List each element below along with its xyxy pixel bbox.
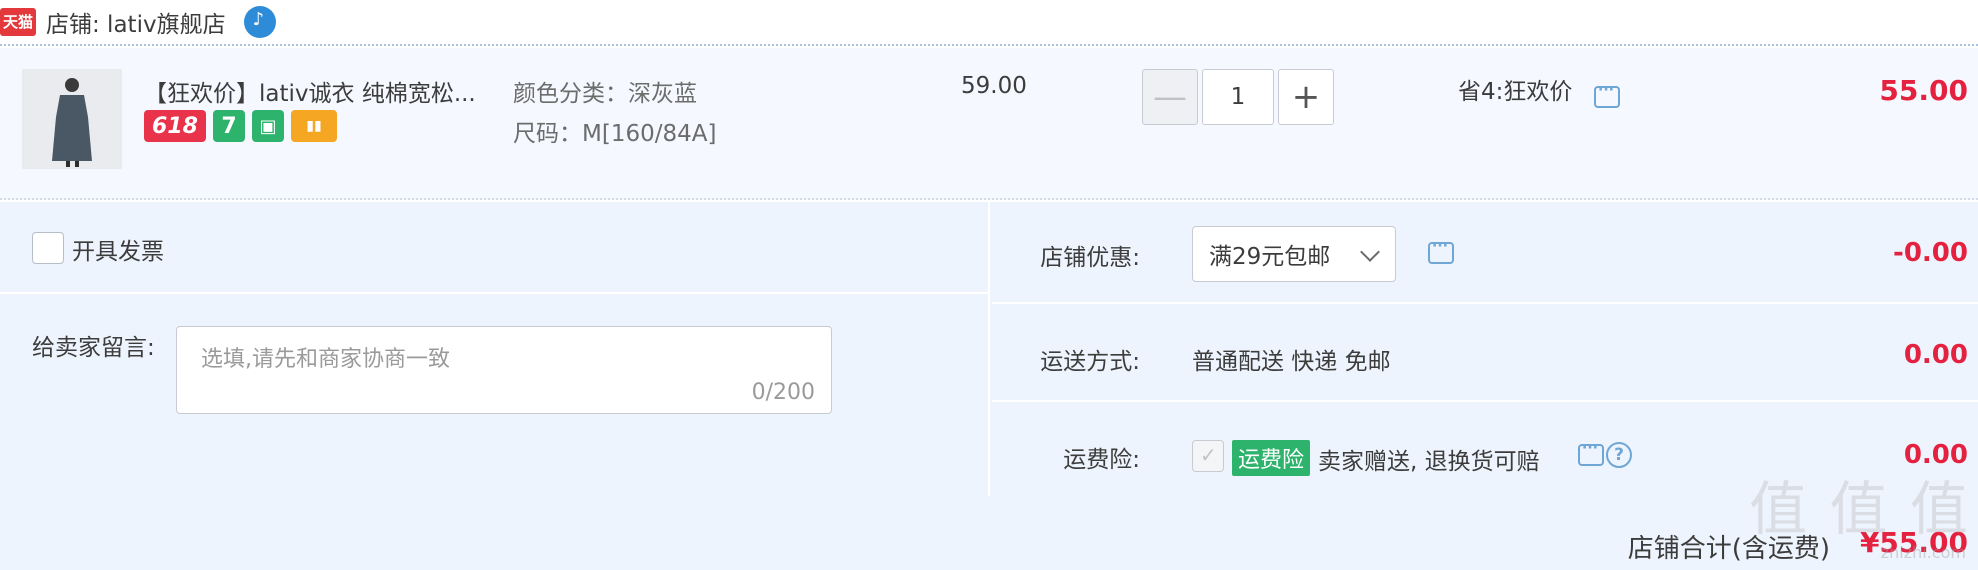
shipping-row: 运送方式: 普通配送 快递 免邮 0.00 [992,304,1978,402]
shipping-label: 运送方式: [1040,349,1140,375]
message-icon[interactable] [1428,238,1454,264]
chevron-down-icon [1360,242,1380,262]
increase-quantity-button[interactable]: + [1278,69,1334,125]
help-icon[interactable]: ? [1606,442,1632,468]
message-char-count: 0/200 [751,380,815,405]
message-icon[interactable] [1578,440,1604,466]
message-icon[interactable] [1594,82,1620,108]
quantity-stepper: — 1 + [1142,69,1334,125]
wangwang-chat-icon[interactable] [243,6,276,38]
insurance-text: 卖家赠送, 退换货可赔 [1318,449,1540,475]
seven-day-return-icon[interactable]: 7 [213,110,245,142]
shipping-amount: 0.00 [1903,340,1968,370]
order-options: 开具发票 给卖家留言: 选填,请先和商家协商一致 0/200 店铺优惠: 满29… [0,202,1978,570]
insurance-label: 运费险: [1063,447,1140,473]
discount-select[interactable]: 满29元包邮 [1192,226,1396,282]
item-subtotal: 55.00 [1879,74,1968,107]
seller-message-input[interactable]: 选填,请先和商家协商一致 0/200 [176,326,832,414]
invoice-checkbox[interactable] [32,232,64,264]
invoice-row: 开具发票 [0,202,990,294]
quantity-input[interactable]: 1 [1202,69,1274,125]
product-title[interactable]: 【狂欢价】lativ诚衣 纯棉宽松... [144,74,476,108]
shipping-method: 普通配送 快递 免邮 [1192,349,1391,375]
promo-618-icon[interactable]: 618 [144,110,206,142]
shopping-bag-icon[interactable]: ▣ [252,110,284,142]
discount-row: 店铺优惠: 满29元包邮 -0.00 [992,202,1978,304]
watermark-logo: 值 值 值 [1749,475,1970,543]
sku-size: 尺码：M[160/84A] [513,121,717,147]
message-placeholder: 选填,请先和商家协商一致 [201,347,450,372]
product-thumbnail[interactable] [22,69,122,169]
invoice-label: 开具发票 [72,239,164,265]
discount-amount: -0.00 [1893,238,1968,268]
tmall-logo-icon: 天猫 [0,8,36,36]
decrease-quantity-button[interactable]: — [1142,69,1198,125]
right-options: 店铺优惠: 满29元包邮 -0.00 运送方式: 普通配送 快递 免邮 0.00… [992,202,1978,496]
seller-message-label: 给卖家留言: [32,335,155,361]
insurance-badge: 运费险 [1232,440,1311,476]
watermark-text: zhizhi.com [1880,543,1966,562]
credit-card-icon[interactable]: ▮▮ [291,110,337,142]
insurance-checkbox[interactable] [1192,440,1224,472]
promo-icons: 618 7 ▣ ▮▮ [144,110,337,142]
discount-label: 店铺优惠: [1040,245,1140,271]
cart-item-row: 【狂欢价】lativ诚衣 纯棉宽松... 618 7 ▣ ▮▮ 颜色分类：深灰蓝… [0,48,1978,200]
sku-info: 颜色分类：深灰蓝 尺码：M[160/84A] [513,74,716,154]
sku-color: 颜色分类：深灰蓝 [513,81,697,107]
shop-header: 天猫 店铺: lativ旗舰店 [0,0,1978,46]
shop-name[interactable]: 店铺: lativ旗舰店 [46,5,226,39]
left-options: 开具发票 给卖家留言: 选填,请先和商家协商一致 0/200 [0,202,990,496]
discount-selected: 满29元包邮 [1209,244,1331,270]
savings-text: 省4:狂欢价 [1458,79,1573,105]
unit-price: 59.00 [961,73,1027,99]
shop-total-row: 店铺合计(含运费) ¥55.00 [0,498,1978,570]
